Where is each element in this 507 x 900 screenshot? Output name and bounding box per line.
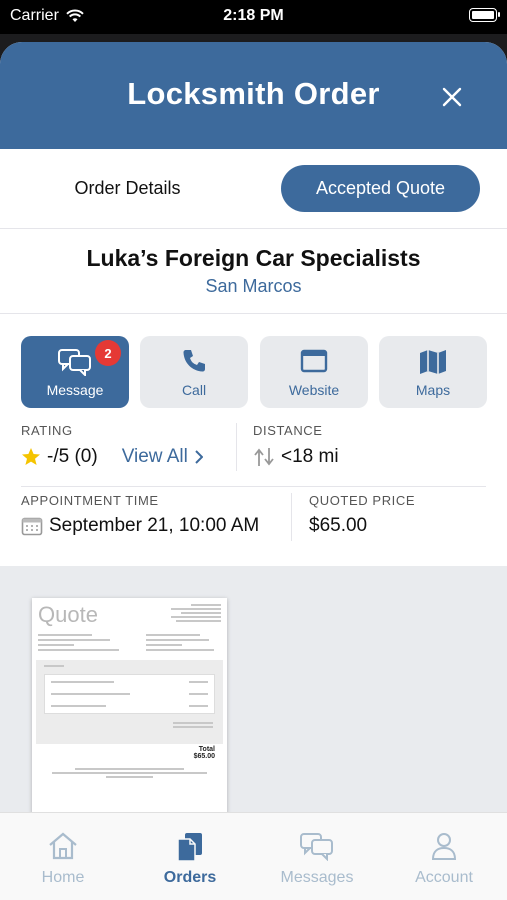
quote-doc-total: Total $65.00 bbox=[194, 746, 215, 760]
status-bar: Carrier 2:18 PM bbox=[0, 0, 507, 34]
distance-value-row: <18 mi bbox=[253, 446, 339, 468]
route-arrows-icon bbox=[254, 448, 274, 466]
page-title: Locksmith Order bbox=[127, 76, 380, 111]
tab-account[interactable]: Account bbox=[381, 813, 507, 900]
call-button[interactable]: Call bbox=[140, 336, 248, 408]
business-name: Luka’s Foreign Car Specialists bbox=[86, 245, 421, 271]
distance-value: <18 mi bbox=[281, 446, 339, 467]
view-all-label: View All bbox=[121, 446, 188, 467]
tab-accepted-quote[interactable]: Accepted Quote bbox=[281, 165, 480, 212]
tab-orders[interactable]: Orders bbox=[127, 813, 253, 900]
order-info-grid: RATING -/5 (0) View All DISTANCE <18 mi … bbox=[0, 409, 507, 569]
quote-doc-meta-lines bbox=[38, 634, 218, 654]
quoted-price-label: QUOTED PRICE bbox=[309, 493, 416, 508]
website-label: Website bbox=[288, 382, 340, 398]
quote-doc-title: Quote bbox=[38, 602, 98, 627]
divider bbox=[21, 486, 486, 487]
star-icon bbox=[22, 448, 40, 465]
orders-icon bbox=[177, 833, 202, 862]
account-icon bbox=[431, 833, 457, 860]
view-all-reviews-link[interactable]: View All bbox=[122, 446, 203, 468]
tab-home[interactable]: Home bbox=[0, 813, 126, 900]
appointment-label: APPOINTMENT TIME bbox=[21, 493, 159, 508]
calendar-icon bbox=[21, 517, 43, 536]
divider bbox=[291, 493, 292, 541]
order-sheet: Locksmith Order Order Details Accepted Q… bbox=[0, 42, 507, 900]
divider bbox=[236, 423, 237, 471]
tab-messages-label: Messages bbox=[280, 869, 354, 886]
rating-value: -/5 (0) bbox=[47, 446, 98, 467]
appointment-value-row: September 21, 10:00 AM bbox=[21, 515, 259, 537]
maps-button[interactable]: Maps bbox=[379, 336, 487, 408]
quoted-price-value: $65.00 bbox=[309, 515, 368, 536]
home-icon bbox=[49, 832, 77, 860]
call-label: Call bbox=[181, 382, 207, 398]
close-icon[interactable] bbox=[437, 82, 467, 112]
tab-home-label: Home bbox=[41, 869, 85, 886]
rating-label: RATING bbox=[21, 423, 73, 438]
message-label: Message bbox=[46, 382, 104, 398]
browser-window-icon bbox=[300, 349, 328, 373]
quote-doc-total-label: Total bbox=[198, 746, 215, 753]
quote-doc-total-value: $65.00 bbox=[193, 753, 215, 760]
business-info: Luka’s Foreign Car Specialists San Marco… bbox=[0, 229, 507, 314]
business-location[interactable]: San Marcos bbox=[0, 276, 507, 297]
header: Locksmith Order bbox=[0, 42, 507, 149]
messages-icon bbox=[300, 833, 333, 861]
maps-label: Maps bbox=[415, 382, 451, 398]
tab-orders-label: Orders bbox=[163, 869, 217, 886]
rating-value-row: -/5 (0) View All bbox=[21, 446, 203, 468]
chevron-right-icon bbox=[195, 450, 203, 464]
website-button[interactable]: Website bbox=[260, 336, 368, 408]
map-icon bbox=[420, 350, 446, 374]
distance-label: DISTANCE bbox=[253, 423, 323, 438]
quote-doc-line-items bbox=[36, 660, 223, 744]
quote-preview-area: Quote Total $65.00 bbox=[0, 566, 507, 812]
phone-icon bbox=[183, 350, 205, 372]
quote-doc-footer-lines bbox=[52, 768, 207, 780]
tab-order-details[interactable]: Order Details bbox=[30, 165, 225, 212]
quote-document-thumbnail[interactable]: Quote Total $65.00 bbox=[32, 598, 227, 812]
battery-icon bbox=[469, 8, 500, 22]
appointment-value: September 21, 10:00 AM bbox=[49, 515, 260, 536]
action-buttons: 2 Message Call Website Maps bbox=[0, 314, 507, 409]
tab-account-label: Account bbox=[415, 869, 473, 886]
tab-messages[interactable]: Messages bbox=[254, 813, 380, 900]
quote-doc-header-lines bbox=[171, 604, 221, 624]
bottom-tab-bar: Home Orders Messages Account bbox=[0, 812, 507, 900]
segmented-tabs: Order Details Accepted Quote bbox=[0, 149, 507, 229]
chat-bubbles-icon bbox=[58, 349, 91, 376]
clock: 2:18 PM bbox=[223, 7, 284, 24]
unread-badge: 2 bbox=[95, 340, 121, 366]
message-button[interactable]: 2 Message bbox=[21, 336, 129, 408]
